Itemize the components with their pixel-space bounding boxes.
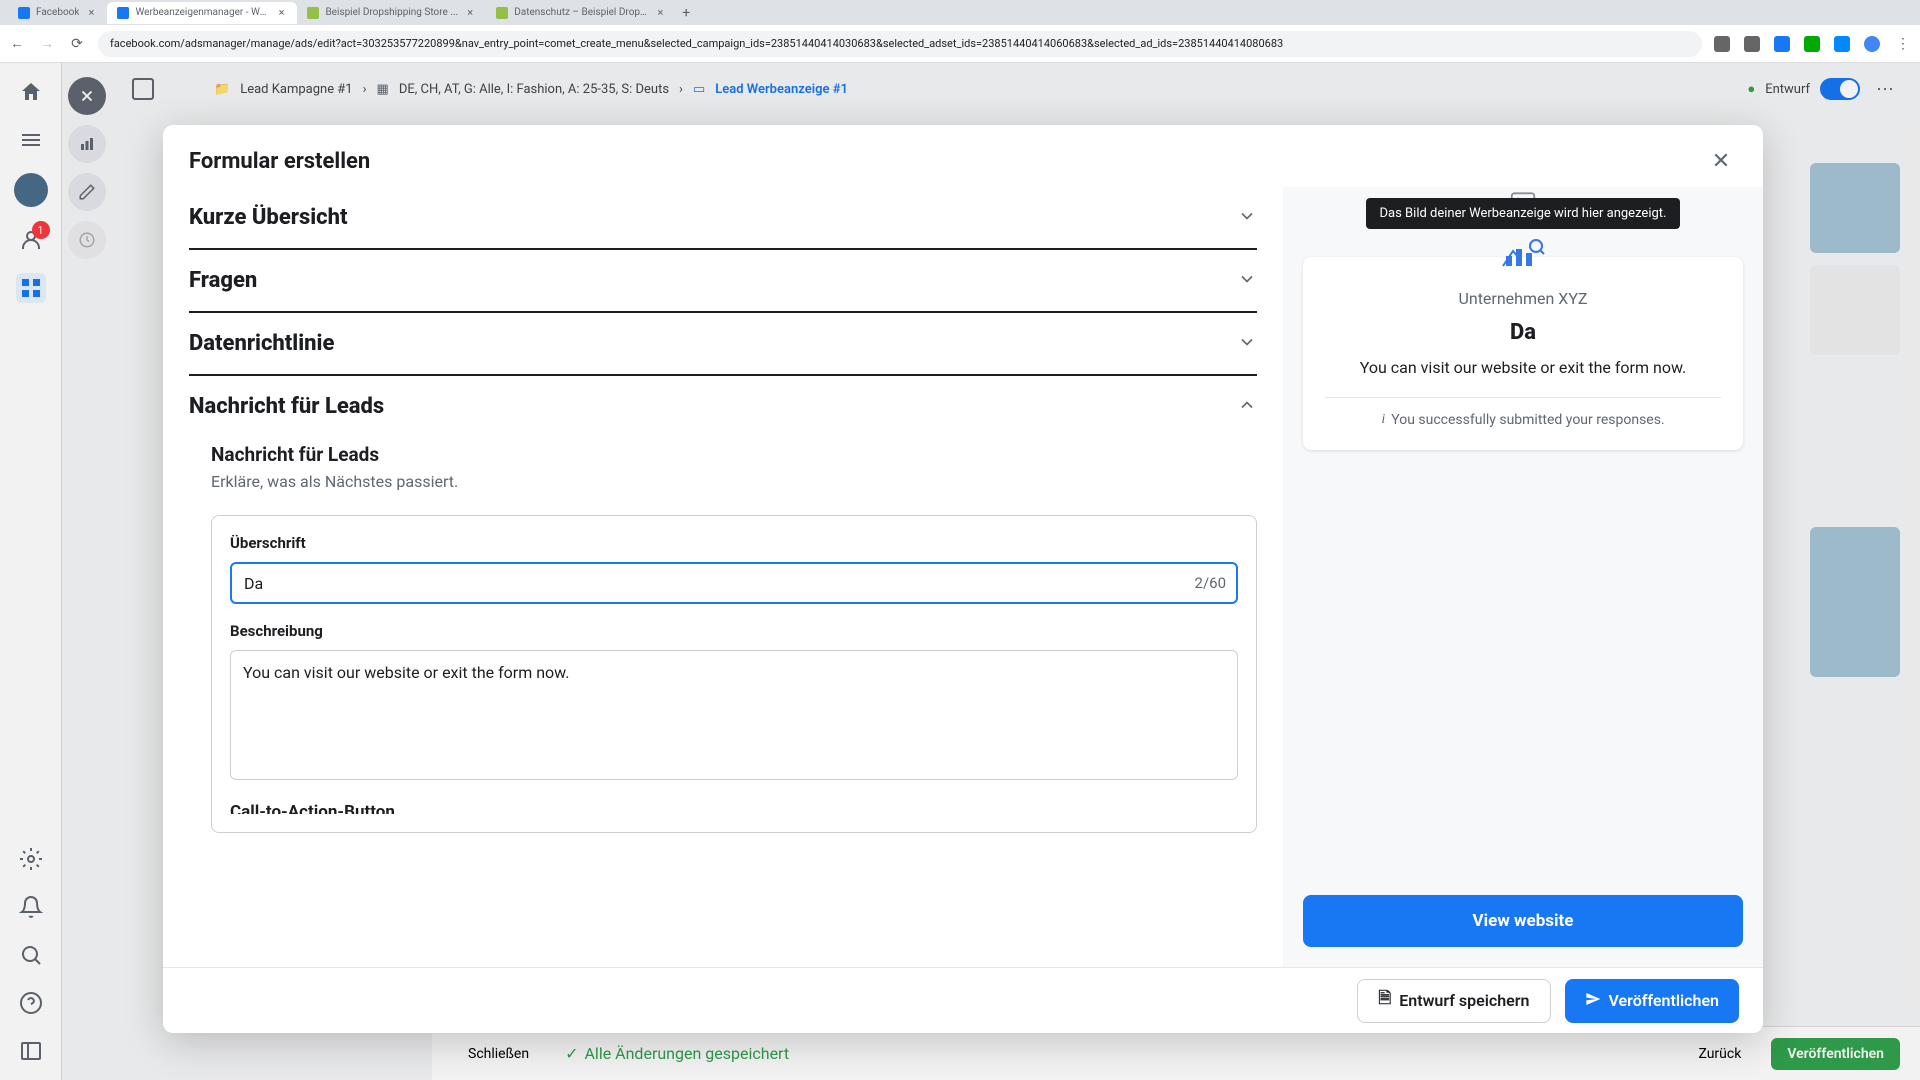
preview-headline: Da — [1325, 320, 1721, 345]
preview-description: You can visit our website or exit the fo… — [1325, 357, 1721, 398]
section-privacy[interactable]: Datenrichtlinie — [189, 313, 1257, 374]
description-textarea[interactable] — [230, 650, 1238, 780]
close-icon[interactable]: × — [655, 7, 667, 19]
chevron-down-icon — [1237, 332, 1257, 356]
close-icon[interactable]: × — [464, 7, 476, 19]
create-form-modal: Formular erstellen ✕ Kurze Übersicht Fra… — [163, 125, 1763, 1033]
info-icon: i — [1381, 412, 1385, 428]
new-tab-button[interactable]: + — [676, 3, 696, 23]
forward-button[interactable]: → — [38, 35, 56, 53]
description-label: Beschreibung — [230, 622, 1238, 640]
headline-input[interactable] — [230, 562, 1238, 604]
profile-icon[interactable] — [1864, 36, 1880, 52]
browser-chrome: Facebook× Werbeanzeigenmanager - We...× … — [0, 0, 1920, 63]
chart-icon — [1498, 231, 1548, 271]
publish-button[interactable]: Veröffentlichen — [1565, 979, 1740, 1023]
document-icon: 🗎 — [1378, 987, 1391, 1014]
address-bar: ← → ⟳ facebook.com/adsmanager/manage/ads… — [0, 25, 1920, 63]
headline-label: Überschrift — [230, 534, 1238, 552]
close-icon[interactable]: × — [85, 7, 97, 19]
subsection-desc: Erkläre, was als Nächstes passiert. — [211, 472, 1257, 491]
browser-tab[interactable]: Beispiel Dropshipping Store ...× — [297, 2, 486, 24]
preview-card: Unternehmen XYZ Da You can visit our web… — [1303, 257, 1743, 450]
section-message[interactable]: Nachricht für Leads — [189, 376, 1257, 437]
section-questions[interactable]: Fragen — [189, 250, 1257, 311]
preview-cta-button[interactable]: View website — [1303, 895, 1743, 947]
back-button[interactable]: ← — [8, 35, 26, 53]
extension-icon[interactable] — [1834, 36, 1850, 52]
browser-tab[interactable]: Datenschutz – Beispiel Drops...× — [486, 2, 676, 24]
form-column: Kurze Übersicht Fragen Datenrichtlinie N… — [163, 187, 1283, 967]
browser-tab[interactable]: Werbeanzeigenmanager - We...× — [107, 2, 297, 24]
subsection-title: Nachricht für Leads — [211, 443, 1257, 466]
preview-column: Das Bild deiner Werbeanzeige wird hier a… — [1283, 187, 1763, 967]
send-icon — [1585, 991, 1601, 1011]
cta-label: Call-to-Action-Button — [230, 802, 1238, 814]
extension-icon[interactable] — [1804, 36, 1820, 52]
menu-icon[interactable]: ⋮ — [1894, 35, 1912, 53]
section-overview[interactable]: Kurze Übersicht — [189, 187, 1257, 248]
reload-button[interactable]: ⟳ — [68, 35, 86, 53]
ad-image-placeholder: Das Bild deiner Werbeanzeige wird hier a… — [1303, 187, 1743, 217]
chevron-down-icon — [1237, 269, 1257, 293]
close-icon[interactable]: × — [276, 7, 288, 19]
browser-tab[interactable]: Facebook× — [8, 2, 107, 24]
star-icon[interactable] — [1744, 36, 1760, 52]
preview-company: Unternehmen XYZ — [1325, 289, 1721, 308]
save-draft-button[interactable]: 🗎 Entwurf speichern — [1357, 979, 1550, 1023]
extension-icon[interactable] — [1714, 36, 1730, 52]
preview-tooltip: Das Bild deiner Werbeanzeige wird hier a… — [1366, 198, 1681, 229]
url-field[interactable]: facebook.com/adsmanager/manage/ads/edit?… — [98, 31, 1702, 57]
chevron-down-icon — [1237, 206, 1257, 230]
close-icon[interactable]: ✕ — [1705, 145, 1737, 177]
tab-bar: Facebook× Werbeanzeigenmanager - We...× … — [0, 0, 1920, 25]
modal-footer: 🗎 Entwurf speichern Veröffentlichen — [163, 967, 1763, 1033]
modal-title: Formular erstellen — [189, 149, 370, 174]
preview-success: iYou successfully submitted your respons… — [1325, 412, 1721, 428]
extension-icon[interactable] — [1774, 36, 1790, 52]
chevron-up-icon — [1237, 395, 1257, 419]
char-counter: 2/60 — [1195, 574, 1226, 592]
